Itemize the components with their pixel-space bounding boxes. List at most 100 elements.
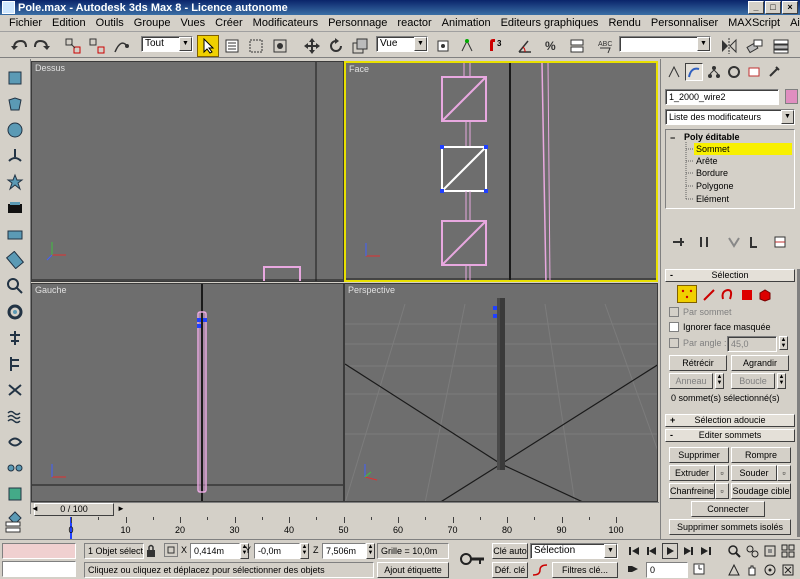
zoom-extents-icon[interactable] [762, 543, 778, 559]
next-frame-icon[interactable] [680, 543, 696, 559]
minimize-button[interactable]: _ [748, 1, 764, 14]
ring-spinner[interactable]: ▲ ▼ [715, 373, 724, 389]
viewport-top[interactable]: Dessus [31, 61, 344, 282]
field-of-view-icon[interactable] [726, 562, 742, 578]
pan-hand-icon[interactable] [744, 562, 760, 578]
key-mode-toggle-icon[interactable] [626, 562, 640, 576]
connect-button[interactable]: Connecter [691, 501, 765, 517]
z-coordinate-spinner[interactable]: ▲ ▼ [366, 543, 375, 559]
display-tab-icon[interactable] [745, 63, 763, 81]
selection-rollout-header[interactable]: - Sélection [665, 269, 795, 282]
menu-editeurs-graphiques[interactable]: Editeurs graphiques [496, 15, 604, 31]
menu-animation[interactable]: Animation [437, 15, 496, 31]
ring-button[interactable]: Anneau [669, 373, 713, 389]
hinge-icon[interactable] [4, 431, 26, 453]
redo-icon[interactable] [31, 35, 53, 57]
y-coordinate-field[interactable]: -0,0m [254, 543, 300, 559]
edit-named-selections-icon[interactable]: ABC [594, 35, 616, 57]
window-crossing-icon[interactable] [269, 35, 291, 57]
menu-modificateurs[interactable]: Modificateurs [248, 15, 323, 31]
y-coordinate-spinner[interactable]: ▲ ▼ [300, 543, 309, 559]
z-coordinate-field[interactable]: 7,506m [322, 543, 366, 559]
default-in-out-tangent-icon[interactable] [531, 562, 549, 578]
menu-maxscript[interactable]: MAXScript [723, 15, 785, 31]
viewport-front[interactable]: Face [344, 61, 658, 282]
select-object-icon[interactable] [197, 35, 219, 57]
loop-spinner[interactable]: ▲ ▼ [777, 373, 786, 389]
vertex-mode-icon[interactable] [677, 285, 697, 303]
go-to-start-icon[interactable] [626, 543, 642, 559]
stack-item-vertex[interactable]: Sommet [694, 143, 792, 155]
menu-personnage[interactable]: Personnage [323, 15, 392, 31]
menu-reactor[interactable]: reactor [392, 15, 436, 31]
weld-button[interactable]: Souder [731, 465, 777, 481]
open-mini-curve-editor-icon[interactable] [4, 519, 26, 537]
undo-icon[interactable] [8, 35, 30, 57]
stack-item-element[interactable]: Elément [694, 193, 792, 205]
angle-value-field[interactable]: 45,0 [727, 336, 777, 352]
stack-item-edge[interactable]: Arête [694, 155, 792, 167]
analyze-world-icon[interactable] [4, 483, 26, 505]
menu-personnaliser[interactable]: Personnaliser [646, 15, 723, 31]
toy-car-icon[interactable] [4, 301, 26, 323]
border-mode-icon[interactable] [719, 287, 735, 303]
mirror-icon[interactable] [718, 35, 740, 57]
menu-fichier[interactable]: Fichier [4, 15, 47, 31]
object-color-swatch[interactable] [785, 89, 798, 104]
shrink-button[interactable]: Rétrécir [669, 355, 727, 371]
menu-creer[interactable]: Créer [210, 15, 248, 31]
motion-tab-icon[interactable] [725, 63, 743, 81]
key-filters-button[interactable]: Filtres clé... [552, 562, 618, 578]
select-and-link-icon[interactable] [62, 35, 84, 57]
time-slider[interactable]: 0 / 100 ◄ ► [31, 502, 659, 516]
menu-groupe[interactable]: Groupe [129, 15, 176, 31]
by-vertex-checkbox[interactable] [669, 307, 679, 317]
menu-aide[interactable]: Aide [785, 15, 800, 31]
zoom-extents-all-icon[interactable] [780, 543, 796, 559]
menu-edition[interactable]: Edition [47, 15, 91, 31]
element-mode-icon[interactable] [757, 287, 773, 303]
create-tab-icon[interactable] [665, 63, 683, 81]
by-angle-checkbox[interactable] [669, 338, 679, 348]
rope-collection-icon[interactable] [4, 145, 26, 167]
named-selection-dropdown[interactable]: ▼ [619, 36, 711, 52]
remove-vertex-button[interactable]: Supprimer [669, 447, 729, 463]
motor-icon[interactable] [4, 249, 26, 271]
next-frame-arrow-icon[interactable]: ► [117, 504, 125, 515]
angle-snap-icon[interactable] [514, 35, 536, 57]
bind-space-warp-icon[interactable] [110, 35, 132, 57]
spinner-snap-icon[interactable] [566, 35, 588, 57]
grow-button[interactable]: Agrandir [731, 355, 789, 371]
menu-outils[interactable]: Outils [91, 15, 129, 31]
maximize-button[interactable]: □ [765, 1, 781, 14]
ragdoll-icon[interactable] [4, 405, 26, 427]
layer-manager-icon[interactable] [770, 35, 792, 57]
maxscript-mini-listener[interactable] [2, 561, 76, 577]
hierarchy-tab-icon[interactable] [705, 63, 723, 81]
set-key-icon[interactable] [458, 546, 486, 572]
add-time-tag-button[interactable]: Ajout étiquette tps [377, 562, 449, 578]
zoom-all-icon[interactable] [744, 543, 760, 559]
zoom-icon[interactable] [726, 543, 742, 559]
align-icon[interactable] [744, 35, 766, 57]
cloth-collection-icon[interactable] [4, 93, 26, 115]
polygon-mode-icon[interactable] [739, 287, 755, 303]
selection-lock-icon[interactable] [145, 544, 157, 558]
time-slider-thumb[interactable]: 0 / 100 [34, 503, 114, 516]
select-and-move-icon[interactable] [301, 35, 323, 57]
remove-modifier-icon[interactable] [745, 233, 763, 251]
modifier-list-dropdown[interactable]: Liste des modificateurs ▼ [665, 109, 795, 125]
constraint-solver-icon[interactable] [4, 379, 26, 401]
ignore-backfacing-checkbox[interactable] [669, 322, 679, 332]
close-button[interactable]: × [782, 1, 798, 14]
fracture-icon[interactable] [4, 327, 26, 349]
target-weld-button[interactable]: Soudage cible [731, 483, 791, 499]
extrude-button[interactable]: Extruder [669, 465, 715, 481]
selection-filter-dropdown[interactable]: Tout ▼ [141, 36, 193, 52]
viewport-perspective[interactable]: Perspective [344, 283, 658, 502]
menu-vues[interactable]: Vues [175, 15, 210, 31]
angle-spinner[interactable]: ▲ ▼ [779, 336, 788, 350]
spring-icon[interactable] [4, 223, 26, 245]
select-and-rotate-icon[interactable] [325, 35, 347, 57]
key-mode-dropdown[interactable]: Sélection ▼ [530, 543, 618, 559]
